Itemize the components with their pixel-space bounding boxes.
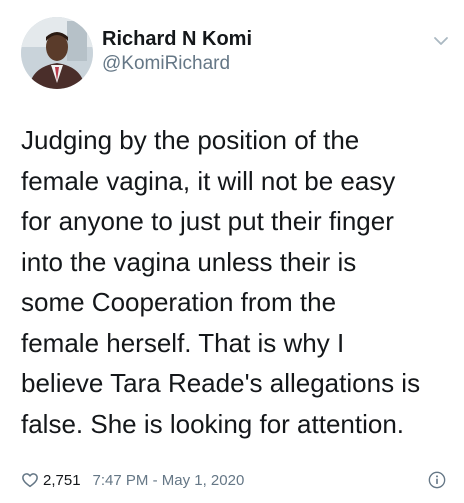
- info-button[interactable]: [428, 471, 446, 489]
- info-icon: [428, 471, 446, 489]
- tweet-menu-button[interactable]: [431, 31, 451, 51]
- chevron-down-icon: [434, 37, 448, 45]
- tweet-timestamp[interactable]: 7:47 PM - May 1, 2020: [93, 472, 245, 489]
- user-handle[interactable]: @KomiRichard: [102, 52, 252, 76]
- tweet-text: Judging by the position of the female va…: [21, 125, 421, 439]
- tweet-header: Richard N Komi @KomiRichard: [21, 17, 451, 89]
- author-names: Richard N Komi @KomiRichard: [102, 27, 252, 76]
- like-count: 2,751: [43, 471, 81, 489]
- like-button[interactable]: 2,751: [21, 471, 81, 489]
- tweet-card: Richard N Komi @KomiRichard Judging by t…: [0, 0, 464, 503]
- display-name[interactable]: Richard N Komi: [102, 27, 252, 51]
- tweet-footer: 2,751 7:47 PM - May 1, 2020: [21, 468, 446, 492]
- avatar[interactable]: [21, 17, 93, 89]
- heart-icon: [22, 473, 38, 488]
- profile-photo-icon: [21, 17, 93, 89]
